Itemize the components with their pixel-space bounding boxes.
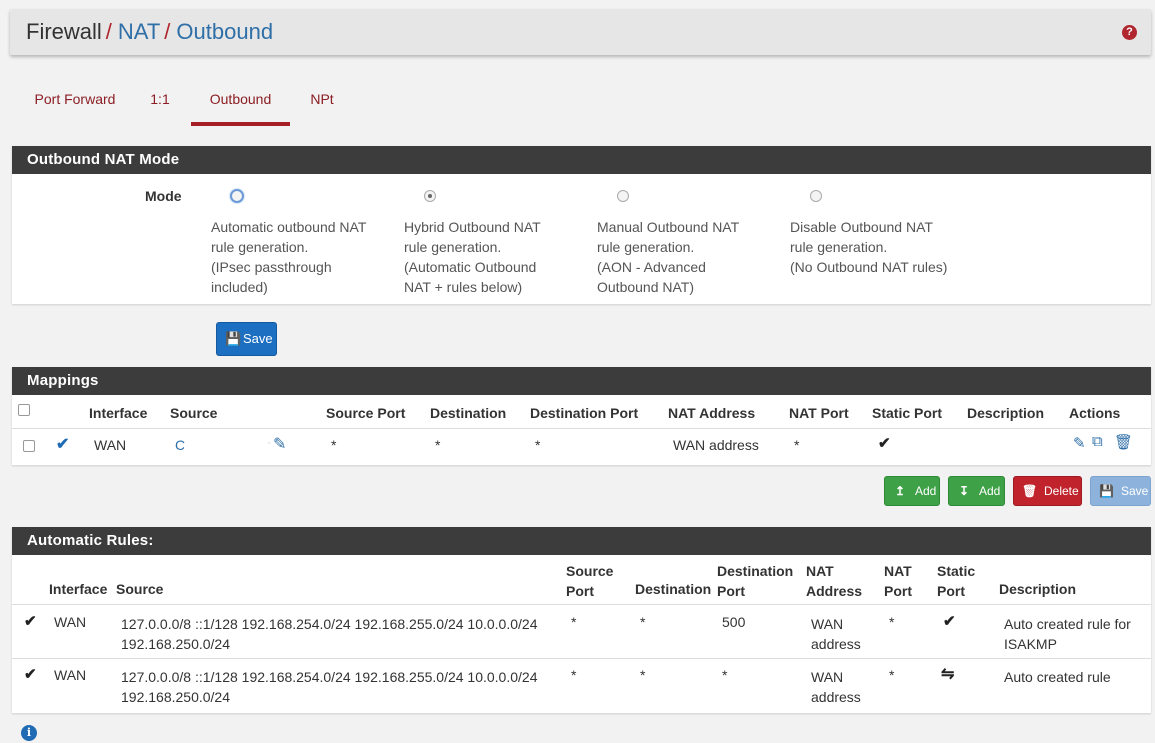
row-description: Auto created rule for ISAKMP	[1004, 616, 1131, 652]
mode-option-manual[interactable]: Manual Outbound NAT rule generation. (AO…	[597, 190, 777, 297]
row-nat-address: WAN address	[811, 669, 861, 705]
row-source-port: *	[571, 667, 577, 683]
row-destination: *	[640, 614, 646, 630]
breadcrumb-outbound[interactable]: Outbound	[176, 19, 273, 44]
radio-automatic[interactable]	[230, 189, 244, 203]
question-circle-icon[interactable]: ?	[1122, 25, 1137, 40]
col-header-nat-address: NAT Address	[806, 563, 863, 599]
col-header-source-port: Source Port	[326, 405, 406, 421]
col-header-destination: Destination	[430, 405, 507, 421]
col-header-source: Source	[170, 405, 218, 421]
outbound-nat-mode-panel: Outbound NAT Mode Mode Automatic outboun…	[12, 146, 1151, 304]
col-header-source: Source	[116, 581, 164, 597]
mappings-panel: Mappings Interface Source Source Port De…	[12, 367, 1151, 465]
floppy-disk-icon: 💾	[1099, 484, 1114, 498]
panel-title: Outbound NAT Mode	[12, 146, 1151, 174]
row-interface: WAN	[94, 437, 127, 453]
row-destination-port: *	[722, 667, 728, 683]
trash-icon[interactable]: 🗑	[1114, 433, 1133, 451]
breadcrumb-separator: /	[164, 19, 171, 44]
page-header: Firewall / NAT / Outbound ?	[10, 9, 1151, 55]
mode-option-text: Disable Outbound NAT rule generation. (N…	[790, 219, 948, 275]
mode-option-automatic[interactable]: Automatic outbound NAT rule generation. …	[211, 189, 391, 297]
col-header-destination-port: Destination Port	[717, 563, 794, 599]
row-nat-port: *	[889, 667, 895, 683]
tab-npt[interactable]: NPt	[302, 86, 342, 126]
add-rule-bottom-button[interactable]: ↧ Add	[948, 476, 1005, 506]
mode-label: Mode	[145, 188, 182, 204]
row-description: Auto created rule	[1004, 669, 1111, 685]
row-source: 127.0.0.0/8 ::1/128 192.168.254.0/24 192…	[121, 616, 538, 652]
row-source[interactable]: C	[175, 437, 185, 453]
floppy-disk-icon: 💾	[225, 331, 242, 346]
row-interface: WAN	[54, 667, 87, 683]
mode-option-text: Hybrid Outbound NAT rule generation. (Au…	[404, 219, 541, 295]
alias-edit-pencil-icon[interactable]: ✎	[273, 434, 286, 454]
info-circle-icon[interactable]: i	[21, 725, 37, 741]
col-header-static-port: Static Port	[937, 563, 976, 599]
col-header-actions: Actions	[1069, 405, 1121, 421]
add-rule-top-button[interactable]: ↥ Add	[884, 476, 940, 506]
radio-manual[interactable]	[617, 190, 629, 202]
mode-save-button[interactable]: 💾 Save	[216, 322, 277, 356]
copy-icon[interactable]: ⧉	[1092, 433, 1103, 450]
edit-pencil-icon[interactable]: ✎	[1073, 434, 1086, 452]
redaction-mark	[184, 437, 274, 459]
mode-option-text: Manual Outbound NAT rule generation. (AO…	[597, 219, 740, 295]
mode-option-text: Automatic outbound NAT rule generation. …	[211, 219, 367, 295]
mode-option-hybrid[interactable]: Hybrid Outbound NAT rule generation. (Au…	[404, 190, 584, 297]
col-header-destination: Destination	[635, 581, 712, 597]
col-header-interface: Interface	[89, 405, 148, 421]
row-source-port: *	[571, 614, 577, 630]
row-nat-address: WAN address	[811, 616, 861, 652]
select-all-checkbox[interactable]	[18, 404, 30, 416]
col-header-destination-port: Destination Port	[530, 405, 639, 421]
row-select-checkbox[interactable]	[23, 440, 35, 452]
panel-title: Automatic Rules:	[12, 527, 1151, 555]
col-header-nat-port: NAT Port	[884, 563, 912, 599]
breadcrumb-firewall: Firewall	[26, 19, 102, 44]
col-header-nat-port: NAT Port	[789, 405, 849, 421]
trash-icon: 🗑	[1022, 484, 1038, 498]
row-destination-port: 500	[722, 614, 746, 630]
radio-disable[interactable]	[810, 190, 822, 202]
static-port-check-icon: ✔	[878, 435, 891, 452]
row-source: 127.0.0.0/8 ::1/128 192.168.254.0/24 192…	[121, 669, 538, 705]
radio-hybrid[interactable]	[424, 190, 436, 202]
row-nat-port: *	[794, 437, 800, 453]
row-source-port: *	[331, 437, 337, 453]
row-interface: WAN	[54, 614, 87, 630]
col-header-nat-address: NAT Address	[668, 405, 756, 421]
arrow-down-icon: ↧	[958, 484, 970, 498]
static-port-check-icon: ✔	[943, 613, 956, 630]
enabled-check-icon: ✔	[24, 666, 37, 683]
enabled-check-icon[interactable]: ✔	[56, 434, 69, 454]
random-port-icon: ⇋	[941, 666, 955, 683]
enabled-check-icon: ✔	[24, 613, 37, 630]
breadcrumb-separator: /	[105, 19, 112, 44]
mode-option-disable[interactable]: Disable Outbound NAT rule generation. (N…	[790, 190, 970, 277]
tab-port-forward[interactable]: Port Forward	[20, 86, 130, 126]
breadcrumb: Firewall / NAT / Outbound	[26, 19, 273, 45]
breadcrumb-nat[interactable]: NAT	[118, 19, 160, 44]
save-mappings-button[interactable]: 💾 Save	[1090, 476, 1151, 506]
row-destination-port: *	[535, 437, 541, 453]
row-destination: *	[435, 437, 441, 453]
tab-one-to-one[interactable]: 1:1	[140, 86, 180, 126]
panel-title: Mappings	[12, 367, 1151, 395]
row-nat-port: *	[889, 614, 895, 630]
arrow-up-icon: ↥	[894, 484, 906, 498]
automatic-rules-panel: Automatic Rules: Interface Source Source…	[12, 527, 1151, 713]
tab-outbound[interactable]: Outbound	[191, 86, 290, 126]
col-header-source-port: Source Port	[566, 563, 614, 599]
col-header-description: Description	[999, 581, 1077, 597]
col-header-interface: Interface	[49, 581, 108, 597]
col-header-description: Description	[967, 405, 1045, 421]
row-destination: *	[640, 667, 646, 683]
col-header-static-port: Static Port	[872, 405, 943, 421]
delete-rules-button[interactable]: 🗑 Delete	[1013, 476, 1082, 506]
row-nat-address: WAN address	[673, 437, 759, 453]
